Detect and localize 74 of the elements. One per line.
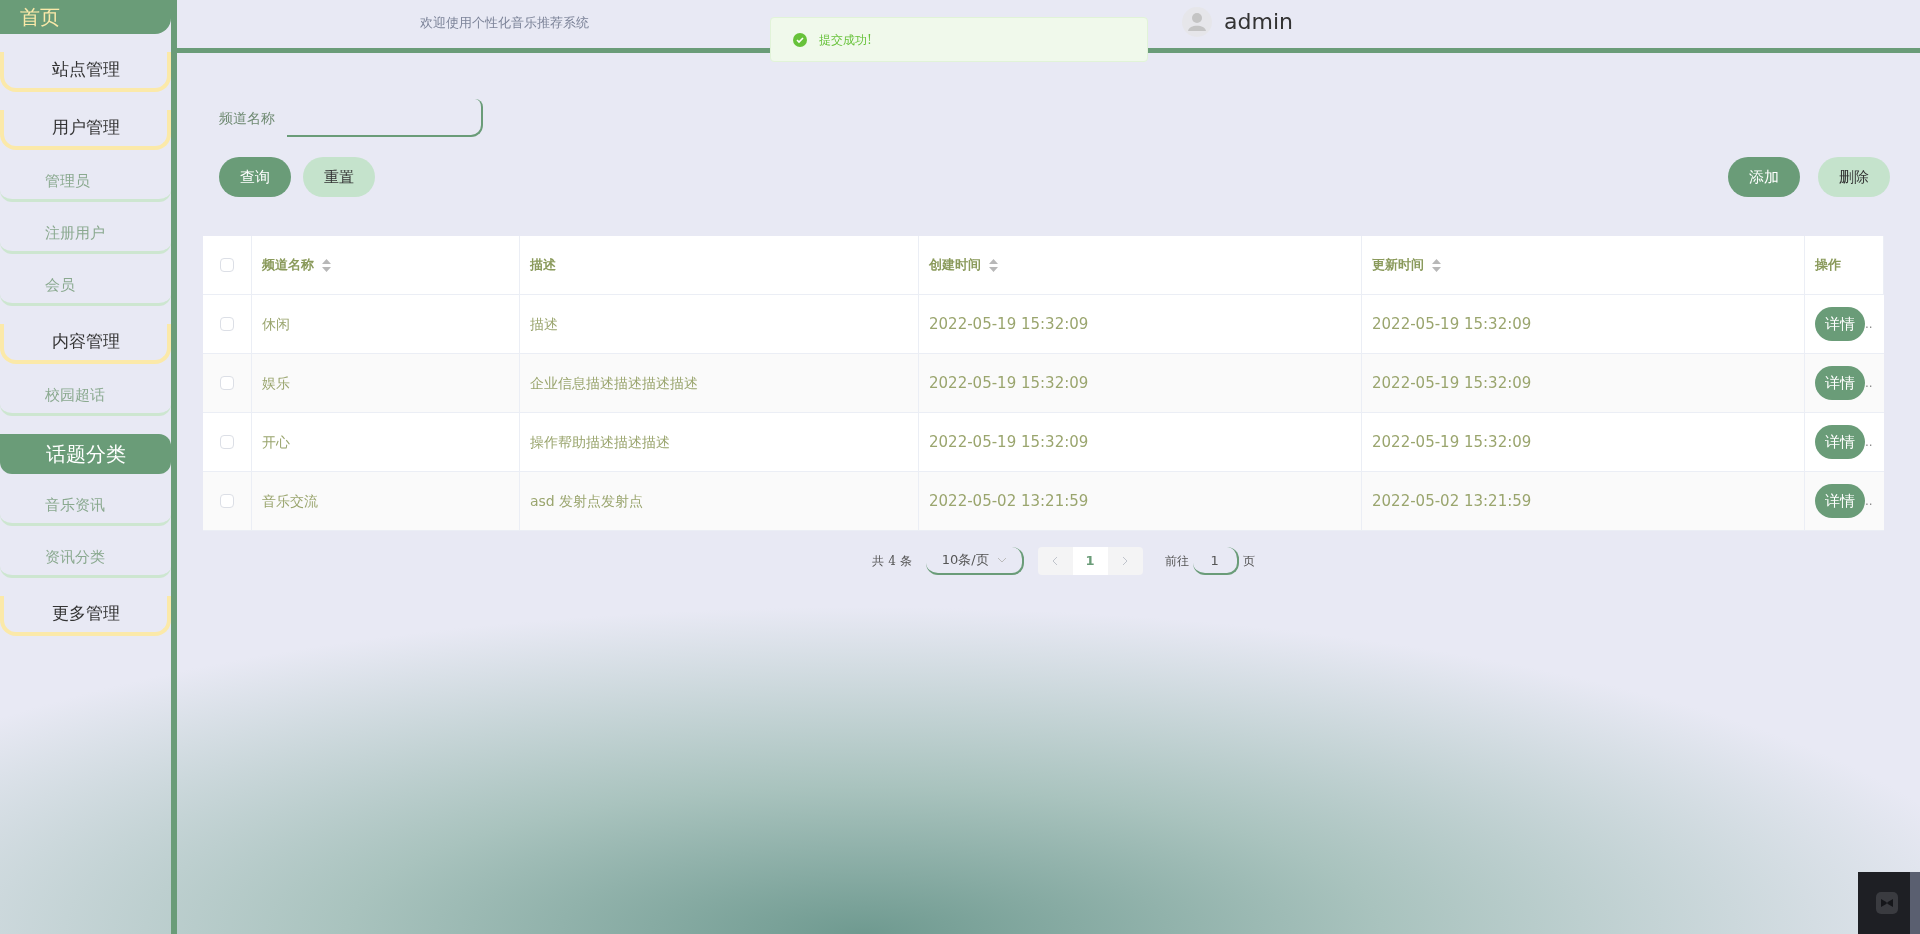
column-header: 操作 bbox=[1815, 256, 1841, 275]
menu-item[interactable]: 会员 bbox=[0, 268, 171, 306]
menu-item[interactable]: 资讯分类 bbox=[0, 540, 171, 578]
column-header: 创建时间 bbox=[929, 256, 981, 275]
table-cell-text: 2022-05-19 15:32:09 bbox=[1372, 431, 1532, 453]
menu-group-title[interactable]: 内容管理 bbox=[0, 324, 171, 364]
input-field[interactable] bbox=[287, 99, 483, 137]
checkbox[interactable] bbox=[220, 376, 234, 390]
table-cell-text: 描述 bbox=[530, 314, 558, 334]
toast-message: 提交成功! bbox=[819, 31, 872, 49]
details-button[interactable]: 详情 bbox=[1815, 425, 1865, 459]
goto-label: 前往 bbox=[1164, 553, 1189, 570]
total-count: 共 4 条 bbox=[872, 553, 912, 570]
primary-button[interactable]: 添加 bbox=[1728, 157, 1800, 197]
play-back-icon bbox=[1876, 892, 1898, 914]
column-header: 描述 bbox=[530, 256, 556, 275]
column-header: 更新时间 bbox=[1372, 256, 1424, 275]
table-cell-text: 2022-05-19 15:32:09 bbox=[1372, 372, 1532, 394]
primary-button[interactable]: 查询 bbox=[219, 157, 291, 197]
menu-item[interactable]: 校园超话 bbox=[0, 378, 171, 416]
search-label: 频道名称 bbox=[219, 108, 275, 128]
table-cell-text: 2022-05-19 15:32:09 bbox=[929, 313, 1089, 335]
table-cell-text: asd 发射点发射点 bbox=[530, 491, 644, 511]
overflow-text: .. bbox=[1865, 316, 1873, 333]
username[interactable]: admin bbox=[1224, 5, 1293, 38]
table-cell-text: 2022-05-02 13:21:59 bbox=[929, 490, 1089, 512]
table-cell-text: 开心 bbox=[262, 432, 290, 452]
sort-icon[interactable] bbox=[989, 258, 998, 272]
table-cell-text: 2022-05-02 13:21:59 bbox=[1372, 490, 1532, 512]
table-cell-text: 2022-05-19 15:32:09 bbox=[929, 431, 1089, 453]
table-cell-text: 休闲 bbox=[262, 314, 290, 334]
overflow-text: .. bbox=[1865, 493, 1873, 510]
menu-group-title[interactable]: 更多管理 bbox=[0, 596, 171, 636]
goto-suffix: 页 bbox=[1242, 553, 1255, 570]
success-check-icon bbox=[793, 32, 807, 47]
menu-item[interactable]: 管理员 bbox=[0, 164, 171, 202]
menu-item[interactable]: 音乐资讯 bbox=[0, 488, 171, 526]
table-cell-text: 2022-05-19 15:32:09 bbox=[1372, 313, 1532, 335]
floating-widget[interactable] bbox=[1858, 872, 1920, 934]
table-cell-text: 2022-05-19 15:32:09 bbox=[929, 372, 1089, 394]
user-avatar-icon[interactable] bbox=[1182, 6, 1212, 37]
details-button[interactable]: 详情 bbox=[1815, 307, 1865, 341]
secondary-button[interactable]: 删除 bbox=[1818, 157, 1890, 197]
menu-item[interactable]: 注册用户 bbox=[0, 216, 171, 254]
welcome-text: 欢迎使用个性化音乐推荐系统 bbox=[420, 14, 589, 32]
handle-bar[interactable] bbox=[1910, 872, 1920, 934]
previous-page-button[interactable] bbox=[1037, 547, 1073, 575]
table-cell-text: 音乐交流 bbox=[262, 491, 318, 511]
page-input[interactable]: 1 bbox=[1192, 547, 1239, 575]
checkbox[interactable] bbox=[220, 317, 234, 331]
menu-group-title[interactable]: 站点管理 bbox=[0, 52, 171, 92]
details-button[interactable]: 详情 bbox=[1815, 366, 1865, 400]
next-page-button[interactable] bbox=[1107, 547, 1143, 575]
table-cell-text: 操作帮助描述描述描述 bbox=[530, 432, 670, 452]
details-button[interactable]: 详情 bbox=[1815, 484, 1865, 518]
checkbox[interactable] bbox=[220, 494, 234, 508]
page-number[interactable]: 1 bbox=[1072, 547, 1108, 575]
overflow-text: .. bbox=[1865, 434, 1873, 451]
menu-group-title[interactable]: 用户管理 bbox=[0, 110, 171, 150]
chevron-right-icon bbox=[1122, 556, 1129, 566]
column-header: 频道名称 bbox=[262, 256, 314, 275]
page-size-select[interactable]: 10条/页 bbox=[925, 547, 1024, 575]
table-cell-text: 企业信息描述描述描述描述 bbox=[530, 373, 698, 393]
chevron-down-icon bbox=[997, 557, 1006, 563]
home-menu-item[interactable]: 首页 bbox=[0, 0, 171, 34]
overflow-text: .. bbox=[1865, 375, 1873, 392]
checkbox[interactable] bbox=[220, 258, 234, 272]
checkbox[interactable] bbox=[220, 435, 234, 449]
table-cell-text: 娱乐 bbox=[262, 373, 290, 393]
menu-group-title[interactable]: 话题分类 bbox=[0, 434, 171, 474]
secondary-button[interactable]: 重置 bbox=[303, 157, 375, 197]
sort-icon[interactable] bbox=[322, 258, 331, 272]
chevron-left-icon bbox=[1052, 556, 1059, 566]
sort-icon[interactable] bbox=[1432, 258, 1441, 272]
